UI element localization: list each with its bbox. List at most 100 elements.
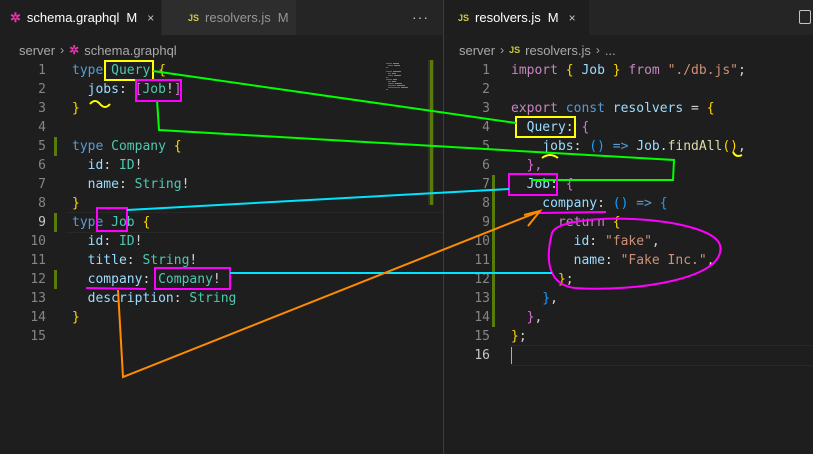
code-line[interactable]: 16 xyxy=(444,346,813,365)
code-line[interactable]: 9 return { xyxy=(444,213,813,232)
code-token: company xyxy=(72,272,143,287)
code-line[interactable]: 6 }, xyxy=(444,156,813,175)
gutter-change-marker xyxy=(54,213,57,232)
line-number: 6 xyxy=(38,158,46,173)
line-number: 14 xyxy=(30,310,46,325)
code-line[interactable]: 11 title: String! xyxy=(0,251,443,270)
code-token: => xyxy=(628,196,660,211)
breadcrumb-file[interactable]: resolvers.js xyxy=(525,43,591,58)
code-token: { xyxy=(581,120,590,135)
graphql-icon: ✲ xyxy=(69,43,80,57)
code-token: { xyxy=(173,139,182,154)
line-text: type Company { xyxy=(72,137,182,156)
code-line[interactable]: 13 description: String xyxy=(0,289,443,308)
code-token: Query xyxy=(111,63,151,78)
code-line[interactable]: 13 }, xyxy=(444,289,813,308)
tab-resolvers-js[interactable]: JS resolvers.js M × xyxy=(444,0,589,35)
code-line[interactable]: 5 type Company { xyxy=(0,137,443,156)
code-token: ID xyxy=(118,234,135,249)
breadcrumb-folder[interactable]: server xyxy=(459,43,495,58)
tab-schema-graphql[interactable]: ✲ schema.graphql M × xyxy=(0,0,161,35)
code-line[interactable]: 2 xyxy=(444,80,813,99)
line-number: 10 xyxy=(474,234,490,249)
more-actions-icon[interactable]: ··· xyxy=(412,9,429,25)
code-token: id xyxy=(511,234,590,249)
breadcrumb-folder[interactable]: server xyxy=(19,43,55,58)
close-icon[interactable]: × xyxy=(147,11,154,25)
code-line[interactable]: 8} xyxy=(0,194,443,213)
line-text: title: String! xyxy=(72,251,198,270)
code-token: { xyxy=(565,63,582,78)
code-token: } xyxy=(511,310,535,325)
minimap[interactable] xyxy=(386,62,428,142)
code-line[interactable]: 3 export const resolvers = { xyxy=(444,99,813,118)
code-line[interactable]: 5 jobs: () => Job.findAll(), xyxy=(444,137,813,156)
code-line[interactable]: 15}; xyxy=(444,327,813,346)
code-token: ; xyxy=(518,329,527,344)
code-line[interactable]: 14} xyxy=(0,308,443,327)
modified-indicator: M xyxy=(126,10,138,25)
line-number: 10 xyxy=(30,234,46,249)
code-token: : xyxy=(173,291,190,306)
code-token: : xyxy=(589,234,605,249)
code-token: : xyxy=(604,253,621,268)
code-line[interactable]: 8 company: () => { xyxy=(444,194,813,213)
code-token: : xyxy=(550,177,566,192)
breadcrumb-more[interactable]: ... xyxy=(605,43,616,58)
code-line[interactable]: 7 name: String! xyxy=(0,175,443,194)
code-line[interactable]: 1 type Query { xyxy=(0,61,443,80)
code-token: Job xyxy=(142,82,166,97)
line-number: 8 xyxy=(482,196,490,211)
breadcrumb-file[interactable]: schema.graphql xyxy=(84,43,177,58)
line-number: 11 xyxy=(474,253,490,268)
code-line[interactable]: 12 }; xyxy=(444,270,813,289)
split-editor-icon[interactable] xyxy=(799,10,811,24)
code-token: , xyxy=(550,291,558,306)
line-text: jobs: () => Job.findAll(), xyxy=(511,137,746,156)
code-line[interactable]: 3} xyxy=(0,99,443,118)
line-text: return { xyxy=(511,213,621,232)
code-token: ! xyxy=(181,177,190,192)
code-token: String xyxy=(142,253,190,268)
close-icon[interactable]: × xyxy=(569,11,576,25)
code-token: { xyxy=(612,215,621,230)
code-token: String xyxy=(134,177,182,192)
tab-resolvers-js[interactable]: JS resolvers.js M xyxy=(162,0,296,35)
code-token: title xyxy=(72,253,127,268)
code-line[interactable]: 9 type Job { xyxy=(0,213,443,232)
code-token: : xyxy=(573,139,590,154)
code-line[interactable]: 7 Job: { xyxy=(444,175,813,194)
line-number: 2 xyxy=(38,82,46,97)
code-line[interactable]: 15 xyxy=(0,327,443,346)
code-line[interactable]: 4 Query: { xyxy=(444,118,813,137)
code-line[interactable]: 2 jobs: [Job!] xyxy=(0,80,443,99)
line-number: 6 xyxy=(482,158,490,173)
code-line[interactable]: 12 company: Company! xyxy=(0,270,443,289)
code-line[interactable]: 14 }, xyxy=(444,308,813,327)
line-text: id: "fake", xyxy=(511,232,660,251)
code-line[interactable]: 4 xyxy=(0,118,443,137)
tab-label: resolvers.js xyxy=(475,10,541,25)
code-line[interactable]: 10 id: ID! xyxy=(0,232,443,251)
code-token: }, xyxy=(511,158,543,173)
line-number: 7 xyxy=(38,177,46,192)
code-token: ! xyxy=(165,82,174,97)
code-line[interactable]: 6 id: ID! xyxy=(0,156,443,175)
line-number: 11 xyxy=(30,253,46,268)
code-token: ; xyxy=(565,272,574,287)
code-token: : xyxy=(118,82,135,97)
line-text: } xyxy=(72,99,80,118)
code-token: jobs xyxy=(72,82,119,97)
code-line[interactable]: 1 import { Job } from "./db.js"; xyxy=(444,61,813,80)
code-token: { xyxy=(659,196,668,211)
code-line[interactable]: 11 name: "Fake Inc.", xyxy=(444,251,813,270)
code-token: from xyxy=(620,63,668,78)
code-line[interactable]: 10 id: "fake", xyxy=(444,232,813,251)
code-token: { xyxy=(158,63,166,78)
code-token: } xyxy=(604,63,621,78)
code-token: ! xyxy=(189,253,198,268)
code-token: type xyxy=(72,63,112,78)
code-token: type xyxy=(72,215,112,230)
breadcrumb: server › JS resolvers.js › ... xyxy=(459,40,616,60)
